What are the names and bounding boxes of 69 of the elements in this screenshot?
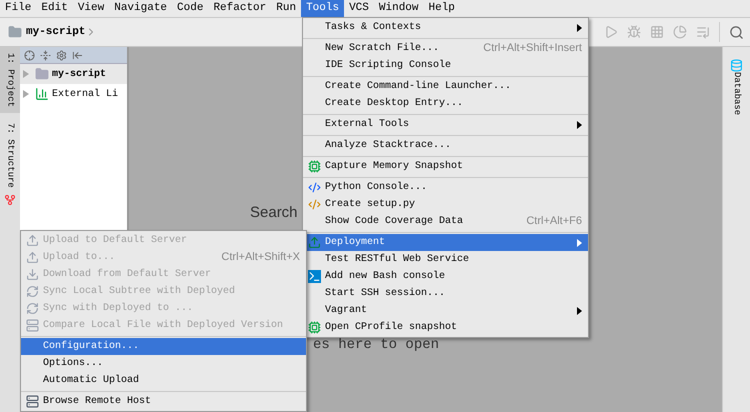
menu-item[interactable]: Open CProfile snapshot (303, 319, 588, 336)
folder-icon (8, 25, 22, 39)
run-icon[interactable] (604, 25, 618, 39)
folder-icon (35, 67, 49, 81)
tool-window-tab[interactable]: 7: Structure (6, 123, 14, 188)
menu-item[interactable]: New Scratch File... Ctrl+Alt+Shift+Insert (303, 40, 588, 57)
menu-bar-item[interactable]: Navigate (109, 0, 172, 17)
menu-bar-item[interactable]: Run (271, 0, 302, 17)
menu-item[interactable]: Automatic Upload (21, 372, 306, 389)
menu-bar-item[interactable]: Help (424, 0, 460, 17)
list-icon[interactable] (696, 25, 710, 39)
breadcrumb[interactable]: my-script (26, 24, 86, 40)
menu-item[interactable]: Browse Remote Host (21, 393, 306, 410)
submenu-arrow-icon (577, 238, 582, 246)
menu-item[interactable]: External Tools (303, 116, 588, 133)
tree-item[interactable]: External Li (20, 84, 127, 104)
menu-bar-item[interactable]: VCS (344, 0, 374, 17)
menu-item[interactable]: Capture Memory Snapshot (303, 158, 588, 175)
menu-item[interactable]: Add new Bash console (303, 268, 588, 285)
tree-item[interactable]: my-script (20, 64, 127, 84)
upload-icon (308, 236, 320, 249)
server-icon (26, 395, 38, 408)
download-icon (26, 268, 38, 281)
submenu-arrow-icon (577, 306, 582, 314)
menu-bar-item[interactable]: View (72, 0, 110, 17)
menu-item[interactable]: Create setup.py (303, 196, 588, 213)
memory-chip-icon (308, 160, 320, 173)
database-icon[interactable] (730, 59, 743, 72)
menu-bar-item[interactable]: Refactor (208, 0, 272, 17)
debug-icon[interactable] (627, 25, 641, 39)
menu-item[interactable]: Vagrant (303, 302, 588, 319)
editor-hint: Search (250, 203, 298, 223)
search-icon[interactable] (729, 24, 744, 40)
submenu-arrow-icon (577, 24, 582, 32)
expand-arrow-icon[interactable] (23, 90, 29, 98)
tool-window-tab[interactable]: Database (732, 72, 741, 116)
expand-arrow-icon[interactable] (23, 70, 29, 78)
menu-bar-item[interactable]: File (0, 0, 36, 17)
menu-item[interactable]: Show Code Coverage Data Ctrl+Alt+F6 (303, 213, 588, 230)
library-icon (35, 87, 49, 101)
sync-icon (26, 285, 38, 298)
upload-icon (26, 251, 38, 264)
menu-item[interactable]: Start SSH session... (303, 285, 588, 302)
menu-item[interactable]: Tasks & Contexts (303, 19, 588, 36)
hide-icon[interactable] (72, 50, 83, 60)
upload-icon (26, 234, 38, 247)
editor-hint: es here to open (313, 336, 440, 354)
menu-bar-item[interactable]: Code (172, 0, 208, 17)
coverage-icon[interactable] (650, 25, 664, 39)
menu-bar-item[interactable]: Edit (36, 0, 73, 17)
structure-icon[interactable] (4, 194, 16, 206)
menu-item[interactable]: Create Command-line Launcher... (303, 78, 588, 95)
terminal-icon (308, 270, 320, 283)
menu-item[interactable]: Analyze Stacktrace... (303, 137, 588, 154)
menu-bar-item[interactable]: Window (374, 0, 424, 17)
sync-icon (26, 302, 38, 315)
collapse-icon[interactable] (40, 50, 51, 60)
submenu-arrow-icon (577, 120, 582, 128)
menu-item[interactable]: Create Desktop Entry... (303, 95, 588, 112)
profile-icon[interactable] (673, 25, 687, 39)
locate-icon[interactable] (24, 50, 35, 60)
menu-item[interactable]: Options... (21, 355, 306, 372)
menu-item[interactable]: Test RESTful Web Service (303, 251, 588, 268)
menu-item[interactable]: IDE Scripting Console (303, 57, 588, 74)
settings-icon[interactable] (56, 50, 67, 60)
profile-chip-icon (308, 321, 320, 334)
menu-item[interactable]: Configuration... (21, 338, 306, 355)
menu-bar-item[interactable]: Tools (301, 0, 344, 17)
menu-item[interactable]: Python Console... (303, 179, 588, 196)
